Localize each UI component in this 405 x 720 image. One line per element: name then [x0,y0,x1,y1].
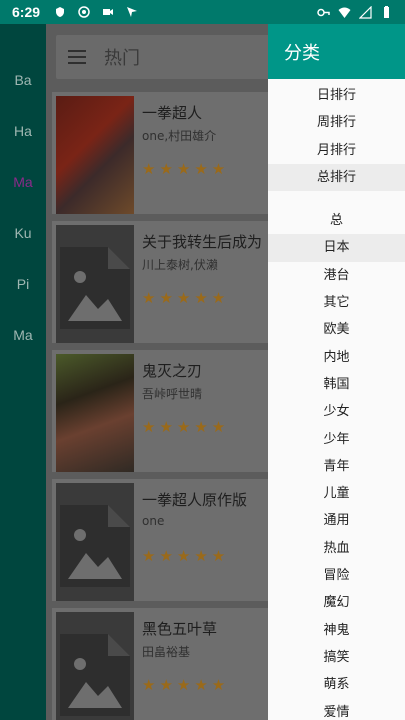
category-item[interactable]: 搞笑 [268,644,405,671]
rank-item-monthly[interactable]: 月排行 [268,137,405,164]
comic-author: one,村田雄介 [142,129,217,143]
page-title: 热门 [104,48,140,69]
comic-title: 黑色五叶草 [142,620,218,638]
drawer-divider [268,191,405,207]
source-rail: Ba Ha Ma Ku Pi Ma [0,24,46,720]
category-item[interactable]: 爱情 [268,699,405,720]
rating-stars: ★★★★★ [142,160,230,178]
comic-title: 关于我转生后成为 [142,233,263,251]
image-placeholder-icon [56,612,134,720]
drawer-title: 分类 [284,42,320,64]
category-item[interactable]: 神鬼 [268,617,405,644]
rating-stars: ★★★★★ [142,547,230,565]
category-list: 总 日本 港台 其它 欧美 内地 韩国 少女 少年 青年 儿童 通用 热血 冒险… [268,207,405,720]
image-placeholder-icon [56,483,134,601]
rail-item[interactable]: Ku [0,208,46,259]
shield-icon [54,6,66,18]
category-item[interactable]: 欧美 [268,316,405,343]
category-item[interactable]: 热血 [268,535,405,562]
comic-author: 吾峠呼世晴 [142,387,203,401]
battery-icon [380,5,393,19]
category-item[interactable]: 日本 [268,234,405,262]
rail-item[interactable]: Ha [0,106,46,157]
key-icon [317,6,330,19]
category-item[interactable]: 韩国 [268,371,405,398]
category-item[interactable]: 冒险 [268,562,405,589]
category-item[interactable]: 萌系 [268,671,405,698]
category-item[interactable]: 内地 [268,344,405,371]
category-item[interactable]: 通用 [268,507,405,534]
category-item[interactable]: 港台 [268,262,405,289]
rating-stars: ★★★★★ [142,418,230,436]
category-item[interactable]: 总 [268,207,405,234]
camera-icon [102,6,114,18]
category-item[interactable]: 青年 [268,453,405,480]
image-placeholder-icon [56,225,134,343]
rail-item[interactable]: Ma [0,310,46,361]
comic-author: 田畠裕基 [142,645,191,659]
rating-stars: ★★★★★ [142,676,230,694]
rank-list: 日排行 周排行 月排行 总排行 [268,79,405,192]
comic-title: 一拳超人 [142,104,203,122]
menu-icon[interactable] [68,50,88,64]
rank-item-total[interactable]: 总排行 [268,163,405,192]
rail-item[interactable]: Pi [0,259,46,310]
category-drawer: 分类 日排行 周排行 月排行 总排行 总 日本 港台 其它 欧美 内地 韩国 少… [268,24,405,720]
record-icon [78,6,90,18]
status-bar: 6:29 [0,0,405,24]
category-item[interactable]: 少年 [268,426,405,453]
comic-cover-image [56,354,134,472]
drawer-header: 分类 [268,24,405,79]
category-item[interactable]: 魔幻 [268,589,405,616]
comic-author: one [142,514,165,528]
category-item[interactable]: 儿童 [268,480,405,507]
comic-title: 鬼灭之刃 [142,362,203,380]
rail-item-active[interactable]: Ma [0,157,46,208]
category-item[interactable]: 其它 [268,289,405,316]
signal-icon [358,5,372,19]
comic-cover-image [56,96,134,214]
rank-item-weekly[interactable]: 周排行 [268,109,405,136]
wifi-icon [338,6,351,19]
rank-item-daily[interactable]: 日排行 [268,82,405,109]
navigation-icon [126,6,138,18]
status-time: 6:29 [12,4,41,20]
comic-author: 川上泰树,伏濑 [142,258,218,272]
rail-item[interactable]: Ba [0,55,46,106]
comic-title: 一拳超人原作版 [142,491,248,509]
category-item[interactable]: 少女 [268,398,405,425]
rating-stars: ★★★★★ [142,289,230,307]
